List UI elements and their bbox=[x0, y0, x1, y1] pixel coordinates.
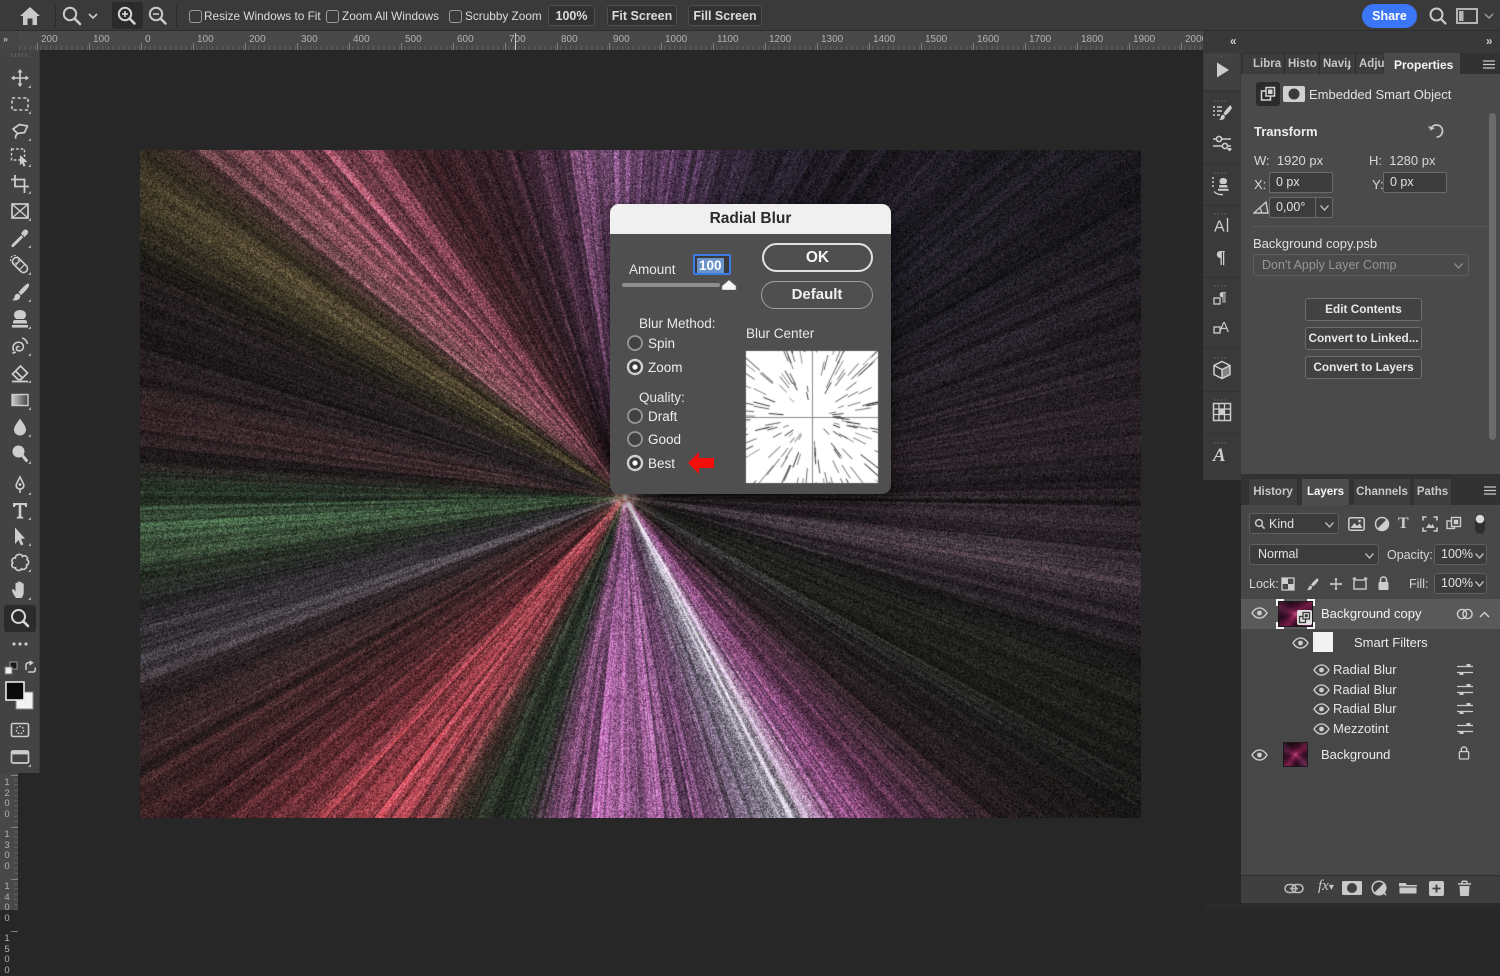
svg-text:¶: ¶ bbox=[1216, 247, 1226, 267]
svg-text:A: A bbox=[1214, 219, 1225, 236]
svg-text:A: A bbox=[1212, 445, 1226, 466]
